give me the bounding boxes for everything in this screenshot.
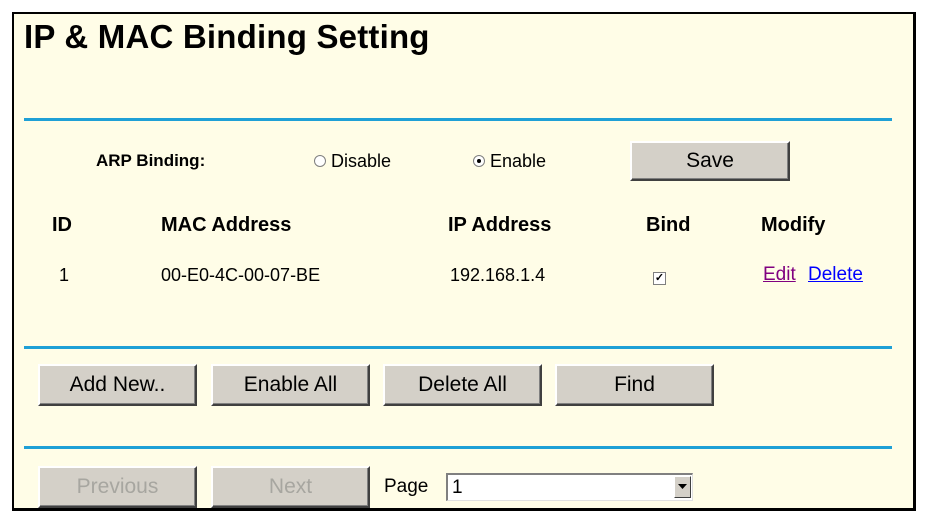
enable-all-button[interactable]: Enable All <box>211 364 370 406</box>
header-bind: Bind <box>646 214 691 236</box>
row-ip-address: 192.168.1.4 <box>450 265 546 285</box>
arp-disable-label: Disable <box>331 151 392 171</box>
page-select[interactable]: 1 <box>446 473 693 501</box>
header-ip-address: IP Address <box>448 214 552 236</box>
settings-panel <box>12 12 916 511</box>
row-id: 1 <box>59 265 70 285</box>
divider-middle <box>24 346 892 349</box>
divider-top <box>24 118 892 121</box>
row-bind-checkbox[interactable]: ✓ <box>653 272 666 285</box>
add-new-button[interactable]: Add New.. <box>38 364 197 406</box>
page-select-value: 1 <box>452 477 463 498</box>
page-label: Page <box>384 476 429 497</box>
chevron-down-icon[interactable] <box>674 476 691 498</box>
next-button[interactable]: Next <box>211 466 370 508</box>
previous-button[interactable]: Previous <box>38 466 197 508</box>
arp-disable-radio[interactable] <box>314 155 326 167</box>
arp-binding-label: ARP Binding: <box>96 151 206 170</box>
arp-enable-radio[interactable] <box>473 155 485 167</box>
edit-link[interactable]: Edit <box>763 264 796 286</box>
header-mac-address: MAC Address <box>161 214 292 236</box>
save-button[interactable]: Save <box>630 141 790 181</box>
arp-enable-label: Enable <box>490 151 547 171</box>
delete-all-button[interactable]: Delete All <box>383 364 542 406</box>
header-id: ID <box>52 214 72 236</box>
row-mac-address: 00-E0-4C-00-07-BE <box>161 265 321 285</box>
header-modify: Modify <box>761 214 826 236</box>
delete-link[interactable]: Delete <box>808 264 863 286</box>
find-button[interactable]: Find <box>555 364 714 406</box>
page-title: IP & MAC Binding Setting <box>24 18 430 55</box>
divider-bottom <box>24 446 892 449</box>
